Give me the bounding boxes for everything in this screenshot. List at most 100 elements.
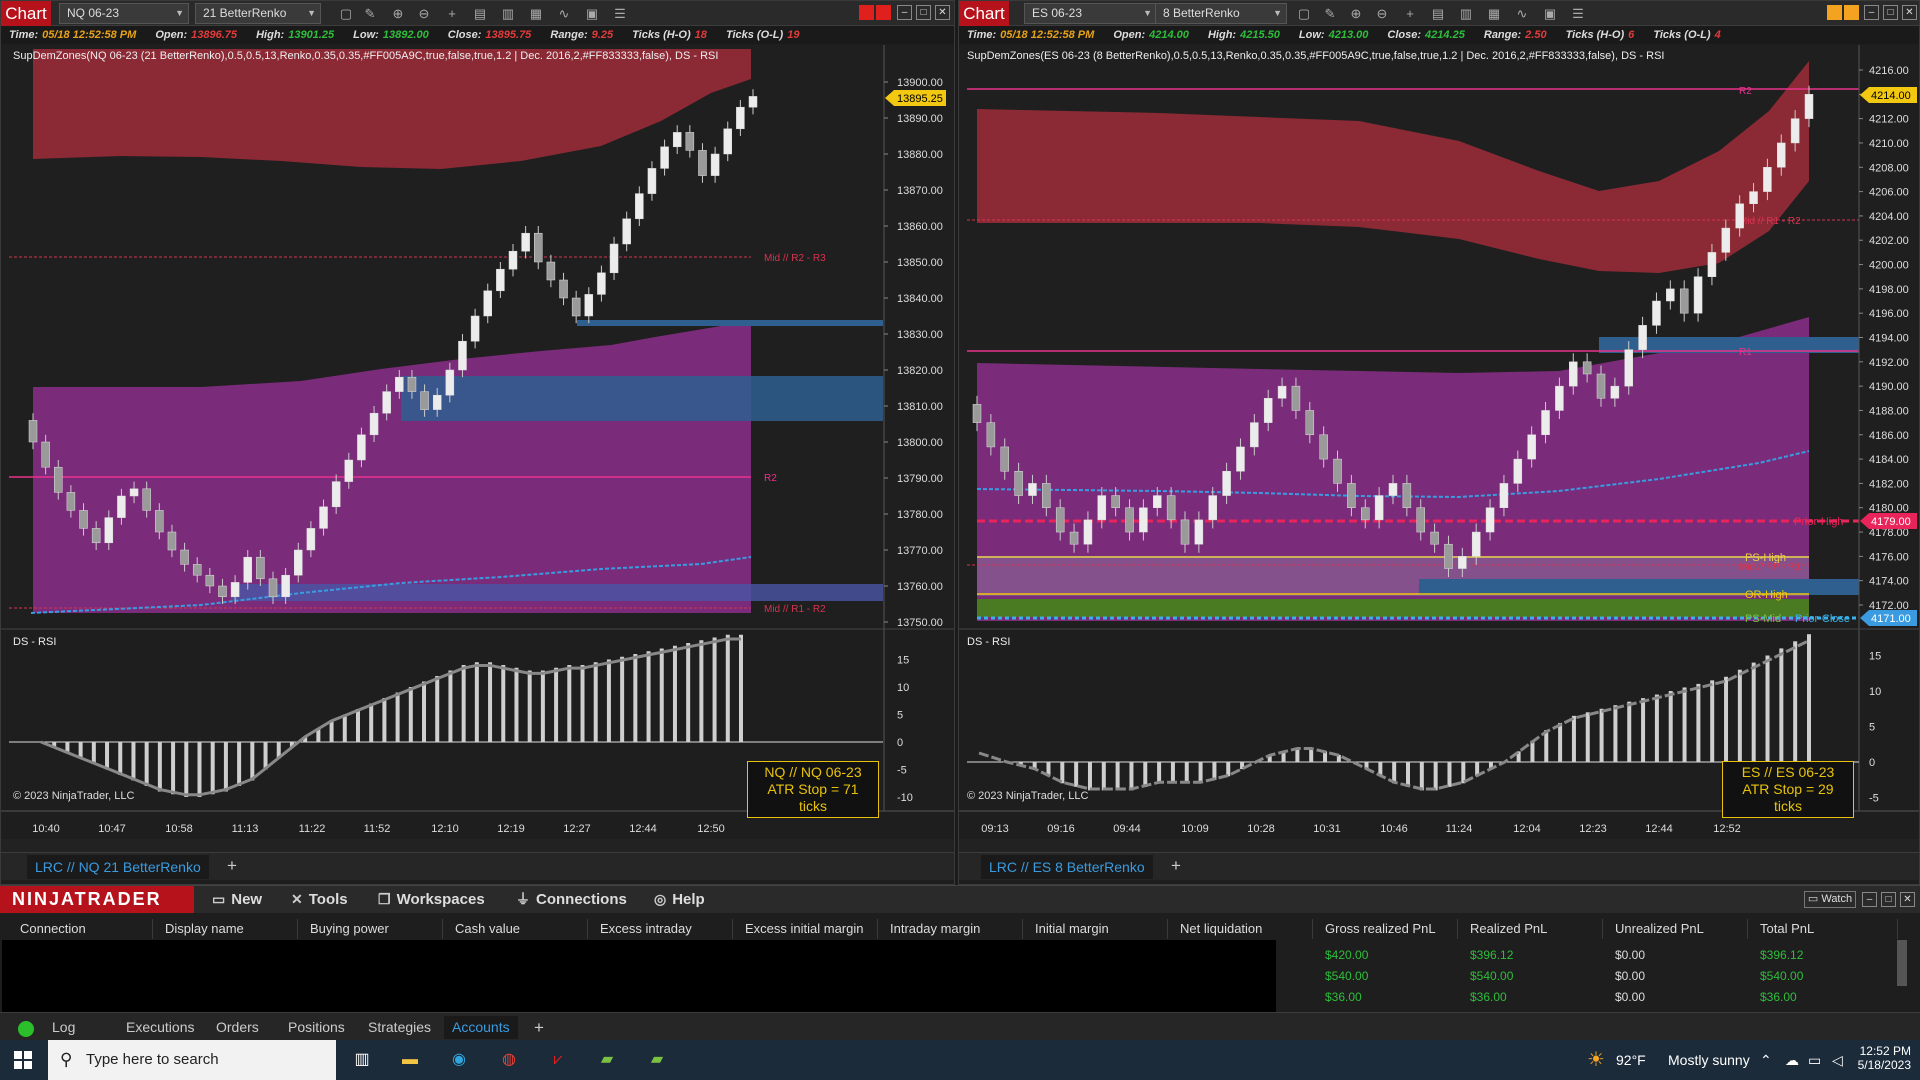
rsi-bar	[1101, 762, 1106, 791]
column-header[interactable]: Total PnL	[1748, 919, 1898, 939]
rsi-bar	[355, 709, 360, 742]
cloud-icon[interactable]: ☁	[1785, 1040, 1799, 1080]
column-header[interactable]: Excess intraday margin	[588, 919, 733, 956]
time-tick-label: 11:24	[1446, 823, 1473, 835]
taskbar-search-box[interactable]: ⚲ Type here to search	[48, 1040, 336, 1080]
column-header[interactable]: Realized PnL	[1458, 919, 1603, 939]
chevron-up-icon[interactable]: ⌃	[1760, 1040, 1772, 1080]
weather-icon[interactable]: ☀	[1587, 1040, 1605, 1080]
rsi-bar	[1641, 698, 1646, 762]
price-tick-label: 4210.00	[1869, 138, 1909, 150]
tab-orders[interactable]: Orders	[208, 1016, 267, 1039]
time-tick-label: 10:28	[1247, 823, 1275, 835]
clock[interactable]: 12:52 PM 5/18/2023	[1855, 1044, 1911, 1072]
current-price-label: 13895.25	[897, 93, 943, 105]
time-tick-label: 12:44	[629, 823, 657, 835]
menu-new[interactable]: ▭ New	[212, 886, 262, 913]
column-header[interactable]: Excess initial margin	[733, 919, 878, 939]
price-tick-label: 13760.00	[897, 581, 943, 593]
control-center-tabs: Log Executions Orders Positions Strategies Ac…	[0, 1012, 1920, 1041]
task-view-icon[interactable]: ▥	[350, 1048, 374, 1072]
rsi-bar	[382, 698, 387, 742]
column-header[interactable]: Gross realized PnL	[1313, 919, 1458, 939]
rsi-bar	[157, 742, 162, 792]
cell-gross: $420.00	[1325, 948, 1369, 962]
close-icon[interactable]: ✕	[1900, 892, 1915, 907]
column-header[interactable]: Intraday margin	[878, 919, 1023, 939]
weather-desc[interactable]: Mostly sunny	[1668, 1040, 1750, 1080]
watch-button[interactable]: ▭ Watch	[1804, 891, 1856, 908]
nq-chart-canvas[interactable]: Mid // R2 - R3 R2 Mid // R1 - R2 13900.00 13…	[1, 1, 955, 885]
cell-gross: $540.00	[1325, 969, 1369, 983]
tab-strategies[interactable]: Strategies	[360, 1016, 439, 1039]
time-tick-label: 11:13	[232, 823, 259, 835]
add-tab-button[interactable]: +	[526, 1016, 552, 1039]
atr-instrument: ES // ES 06-23	[1741, 764, 1835, 780]
rsi-bar	[1737, 669, 1742, 762]
rsi-bar	[91, 742, 96, 764]
supply-demand-zone	[231, 584, 883, 601]
rsi-bar	[1198, 762, 1203, 784]
price-tick-label: 4202.00	[1869, 235, 1909, 247]
table-row[interactable]: $36.00 $36.00 $0.00 $36.00	[0, 990, 1890, 1010]
network-icon[interactable]: ▭	[1808, 1040, 1821, 1080]
table-row[interactable]: $540.00 $540.00 $0.00 $540.00	[0, 969, 1890, 989]
new-icon: ▭	[212, 891, 226, 907]
column-header[interactable]: Buying power	[298, 919, 443, 939]
rsi-bar	[527, 670, 532, 742]
column-header[interactable]: Display name	[153, 919, 298, 939]
es-chart-canvas[interactable]: R2Mid // R1 - R2R1Prior-HighPS-HighMid /…	[959, 1, 1920, 885]
app-icon[interactable]: ▰	[645, 1048, 669, 1072]
rsi-bar	[144, 742, 149, 786]
horizontal-scrollbar[interactable]	[959, 839, 1919, 853]
price-tick-label: 13770.00	[897, 545, 943, 557]
rsi-tick-label: 10	[1869, 686, 1881, 698]
vertical-scrollbar[interactable]	[1897, 940, 1907, 986]
ninjatrader-app-icon[interactable]: ⩗	[546, 1048, 570, 1072]
column-header[interactable]: Initial margin	[1023, 919, 1168, 939]
time-tick-label: 09:16	[1047, 823, 1075, 835]
time-tick-label: 10:46	[1380, 823, 1408, 835]
add-tab-button[interactable]: +	[1171, 856, 1181, 876]
tab-positions[interactable]: Positions	[280, 1016, 353, 1039]
add-tab-button[interactable]: +	[227, 856, 237, 876]
menu-workspaces[interactable]: ❐ Workspaces	[378, 886, 485, 913]
indicator-title: SupDemZones(NQ 06-23 (21 BetterRenko),0.…	[13, 50, 719, 62]
rsi-bar	[1724, 676, 1729, 762]
menu-connections[interactable]: ⏚ Connections	[516, 886, 627, 913]
maximize-icon[interactable]: □	[1881, 892, 1896, 907]
cell-unrealized: $0.00	[1615, 969, 1646, 983]
tab-executions[interactable]: Executions	[118, 1016, 202, 1039]
file-explorer-icon[interactable]: ▬	[398, 1048, 422, 1072]
minimize-icon[interactable]: –	[1862, 892, 1877, 907]
tab-log[interactable]: Log	[44, 1016, 83, 1039]
cell-total: $396.12	[1760, 948, 1804, 962]
horizontal-scrollbar[interactable]	[1, 839, 954, 853]
weather-temp[interactable]: 92°F	[1616, 1040, 1646, 1080]
menu-tools[interactable]: ✕ Tools	[291, 886, 348, 913]
chart-tab-nq[interactable]: LRC // NQ 21 BetterRenko	[27, 855, 209, 879]
app-icon[interactable]: ▰	[595, 1048, 619, 1072]
price-tick-label: 13840.00	[897, 293, 943, 305]
time-tick-label: 10:58	[165, 823, 193, 835]
rsi-tick-label: 0	[897, 737, 903, 749]
column-header[interactable]: Unrealized PnL	[1603, 919, 1748, 939]
rsi-tick-label: -10	[897, 792, 913, 804]
cell-realized: $396.12	[1470, 948, 1514, 962]
column-header[interactable]: Cash value	[443, 919, 588, 939]
clock-date: 5/18/2023	[1857, 1058, 1911, 1072]
tab-accounts[interactable]: Accounts	[444, 1016, 518, 1039]
column-header[interactable]: Connection	[8, 919, 153, 939]
chrome-icon[interactable]: ◍	[497, 1048, 521, 1072]
time-tick-label: 09:13	[981, 823, 1009, 835]
chart-tab-es[interactable]: LRC // ES 8 BetterRenko	[981, 855, 1153, 879]
rsi-bar	[395, 692, 400, 742]
volume-icon[interactable]: ◁	[1832, 1040, 1843, 1080]
rsi-bar	[725, 634, 730, 742]
column-header[interactable]: Net liquidation	[1168, 919, 1313, 939]
table-row[interactable]: $420.00 $396.12 $0.00 $396.12	[0, 948, 1890, 968]
menu-help[interactable]: ◎ Help	[654, 886, 705, 913]
connection-status-icon	[18, 1021, 34, 1037]
edge-icon[interactable]: ◉	[447, 1048, 471, 1072]
windows-start-icon[interactable]	[14, 1051, 32, 1069]
